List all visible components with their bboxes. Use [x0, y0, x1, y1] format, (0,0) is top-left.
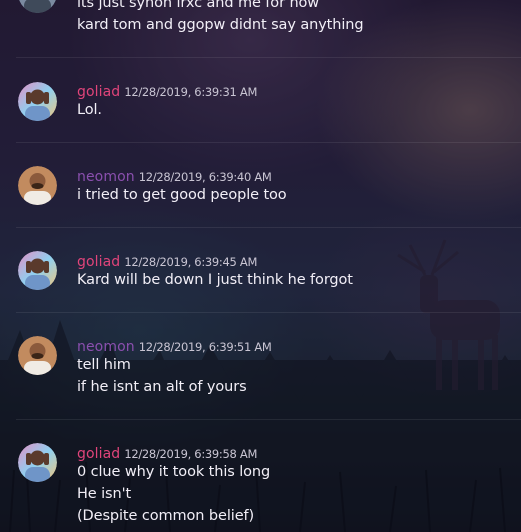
message-divider [16, 57, 521, 58]
timestamp: 12/28/2019, 6:39:31 AM [124, 85, 258, 99]
message-header: goliad 12/28/2019, 6:39:58 AM [77, 443, 257, 462]
message-divider [16, 142, 521, 143]
message-text: 0 clue why it took this long [77, 464, 271, 480]
message-header: goliad 12/28/2019, 6:39:45 AM [77, 251, 257, 270]
message-divider [16, 419, 521, 420]
message-text: (Despite common belief) [77, 508, 255, 524]
message-header: neomon 12/28/2019, 6:39:51 AM [77, 336, 272, 355]
message-text: if he isnt an alt of yours [77, 379, 247, 395]
message-text: its just synon irxc and me for now [77, 0, 320, 11]
username-goliad[interactable]: goliad [77, 446, 120, 462]
chat-log: its just synon irxc and me for now kard … [0, 0, 521, 532]
timestamp: 12/28/2019, 6:39:45 AM [124, 255, 258, 269]
avatar-neomon[interactable] [18, 336, 57, 375]
message-text: i tried to get good people too [77, 187, 287, 203]
avatar-goliad[interactable] [18, 443, 57, 482]
avatar-neomon[interactable] [18, 166, 57, 205]
username-goliad[interactable]: goliad [77, 254, 120, 270]
avatar-goliad[interactable] [18, 251, 57, 290]
timestamp: 12/28/2019, 6:39:51 AM [138, 340, 272, 354]
message-text: Kard will be down I just think he forgot [77, 272, 353, 288]
username-neomon[interactable]: neomon [77, 169, 135, 185]
message-text: tell him [77, 357, 131, 373]
message-divider [16, 227, 521, 228]
timestamp: 12/28/2019, 6:39:58 AM [124, 447, 258, 461]
avatar-goliad[interactable] [18, 82, 57, 121]
message-text: Lol. [77, 102, 102, 118]
message-header: goliad 12/28/2019, 6:39:31 AM [77, 81, 257, 100]
timestamp: 12/28/2019, 6:39:40 AM [138, 170, 272, 184]
username-goliad[interactable]: goliad [77, 84, 120, 100]
message-divider [16, 312, 521, 313]
username-neomon[interactable]: neomon [77, 339, 135, 355]
message-header: neomon 12/28/2019, 6:39:40 AM [77, 166, 272, 185]
message-text: He isn't [77, 486, 132, 502]
message-text: kard tom and ggopw didnt say anything [77, 17, 364, 33]
user-avatar[interactable] [18, 0, 57, 13]
